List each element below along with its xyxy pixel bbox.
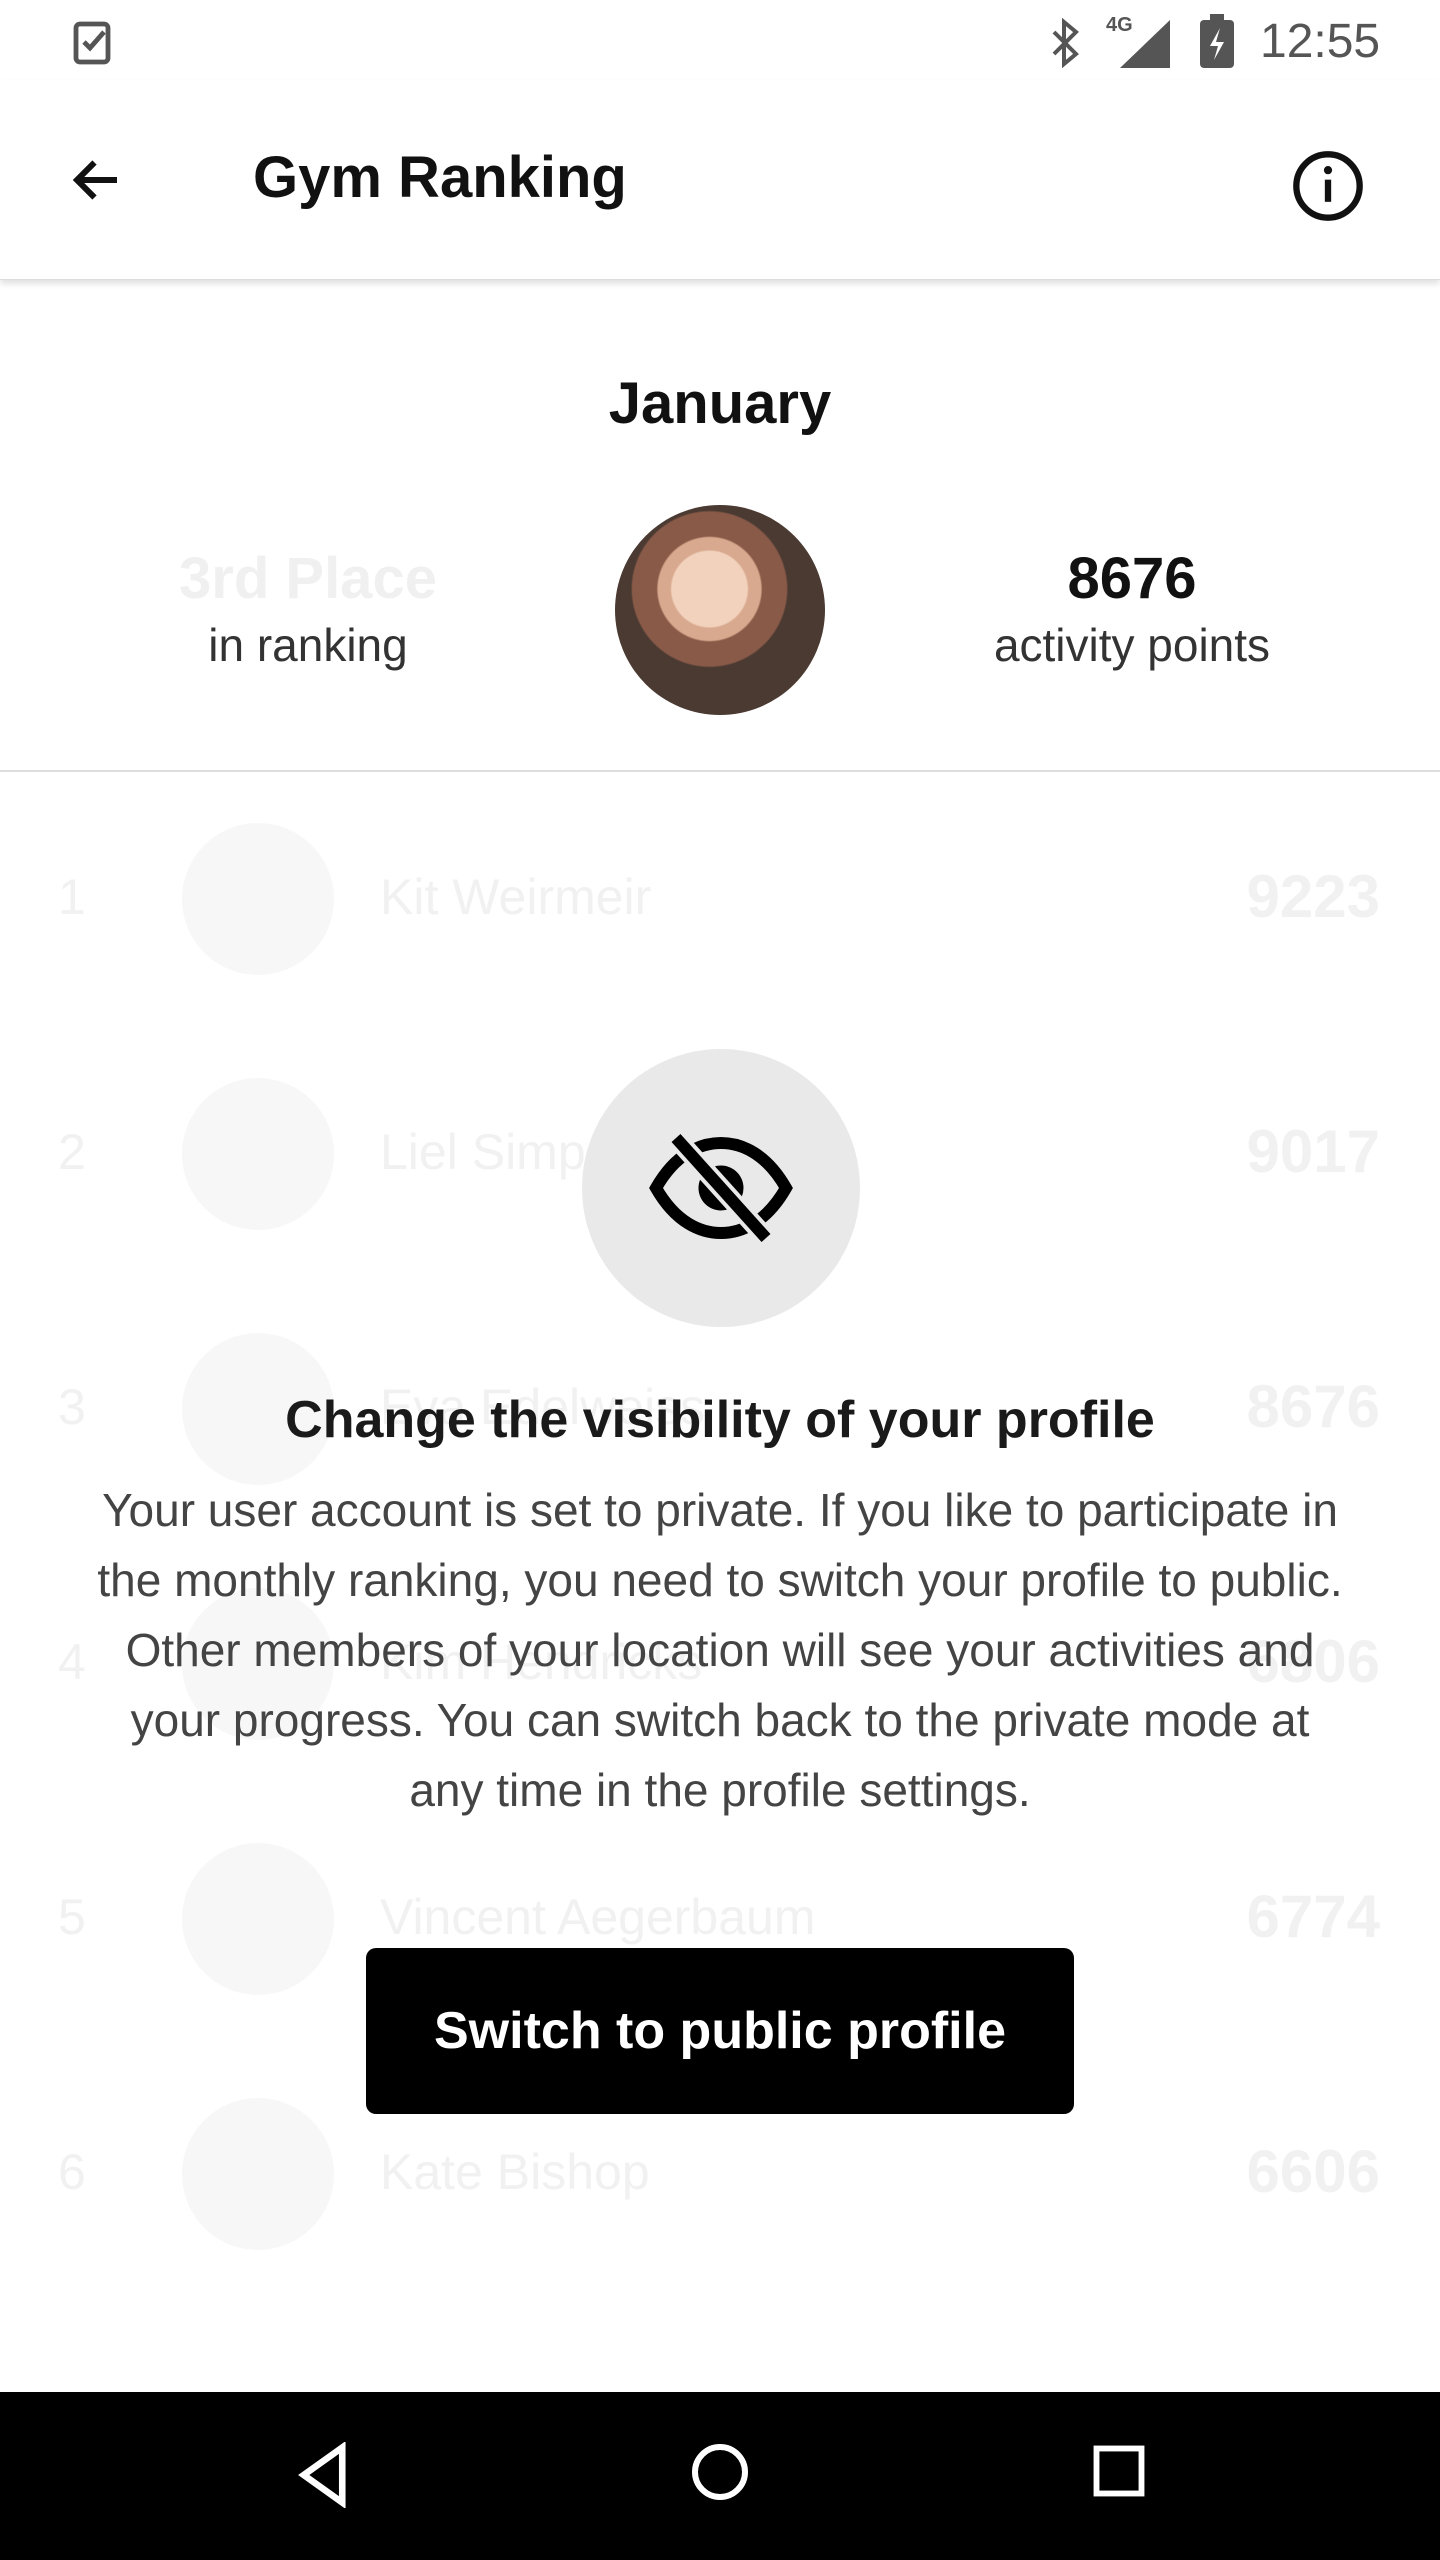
member-name: Liel Simp (380, 1124, 586, 1180)
info-icon[interactable] (1290, 148, 1366, 224)
member-name: Vincent Aegerbaum (380, 1889, 816, 1945)
battery-charging-icon (1200, 14, 1234, 68)
member-name: Kit Weirmeir (380, 869, 652, 925)
back-triangle-icon[interactable] (295, 2442, 351, 2508)
ranking-row: 1 Kit Weirmeir 9223 (0, 818, 1440, 978)
divider (0, 770, 1440, 772)
month-label: January (608, 371, 832, 436)
place-value: 3rd Place (179, 546, 437, 611)
points-value: 8676 (1067, 546, 1197, 611)
points-stat: 8676 activity points (852, 545, 1412, 672)
member-avatar (182, 2098, 334, 2250)
clock: 12:55 (1260, 15, 1381, 68)
status-bar: 4G 12:55 (0, 0, 1440, 80)
member-avatar (182, 823, 334, 975)
bluetooth-icon (1052, 18, 1079, 68)
page-title: Gym Ranking (253, 145, 627, 210)
member-avatar (182, 1843, 334, 1995)
visibility-heading: Change the visibility of your profile (285, 1391, 1155, 1449)
rank-number: 6 (58, 2144, 86, 2200)
place-label: in ranking (208, 619, 408, 671)
avatar (615, 505, 825, 715)
rank-number: 2 (58, 1124, 86, 1180)
ranking-row: 6 Kate Bishop 6606 (0, 2093, 1440, 2253)
member-points: 6774 (1246, 1883, 1380, 1950)
switch-to-public-button[interactable]: Switch to public profile (366, 1948, 1074, 2114)
arrow-left-icon[interactable] (62, 150, 132, 210)
home-circle-icon[interactable] (690, 2442, 750, 2502)
visibility-description: Your user account is set to private. If … (97, 1484, 1343, 1816)
signal-icon (1120, 20, 1170, 68)
points-label: activity points (993, 619, 1271, 671)
rank-number: 5 (58, 1889, 86, 1945)
rank-stat: 3rd Place in ranking (28, 545, 588, 672)
member-points: 9017 (1246, 1118, 1380, 1185)
eye-off-icon (649, 1133, 793, 1243)
member-name: Kate Bishop (380, 2144, 650, 2200)
task-check-icon (73, 21, 111, 65)
recents-square-icon[interactable] (1092, 2444, 1146, 2498)
navigation-bar (0, 2392, 1440, 2560)
rank-number: 1 (58, 869, 86, 925)
eye-off-badge (582, 1049, 860, 1327)
member-avatar (182, 1078, 334, 1230)
member-points: 6606 (1246, 2138, 1380, 2205)
member-points: 9223 (1246, 863, 1380, 930)
app-bar: Gym Ranking (0, 80, 1440, 280)
rank-number: 4 (58, 1634, 86, 1690)
